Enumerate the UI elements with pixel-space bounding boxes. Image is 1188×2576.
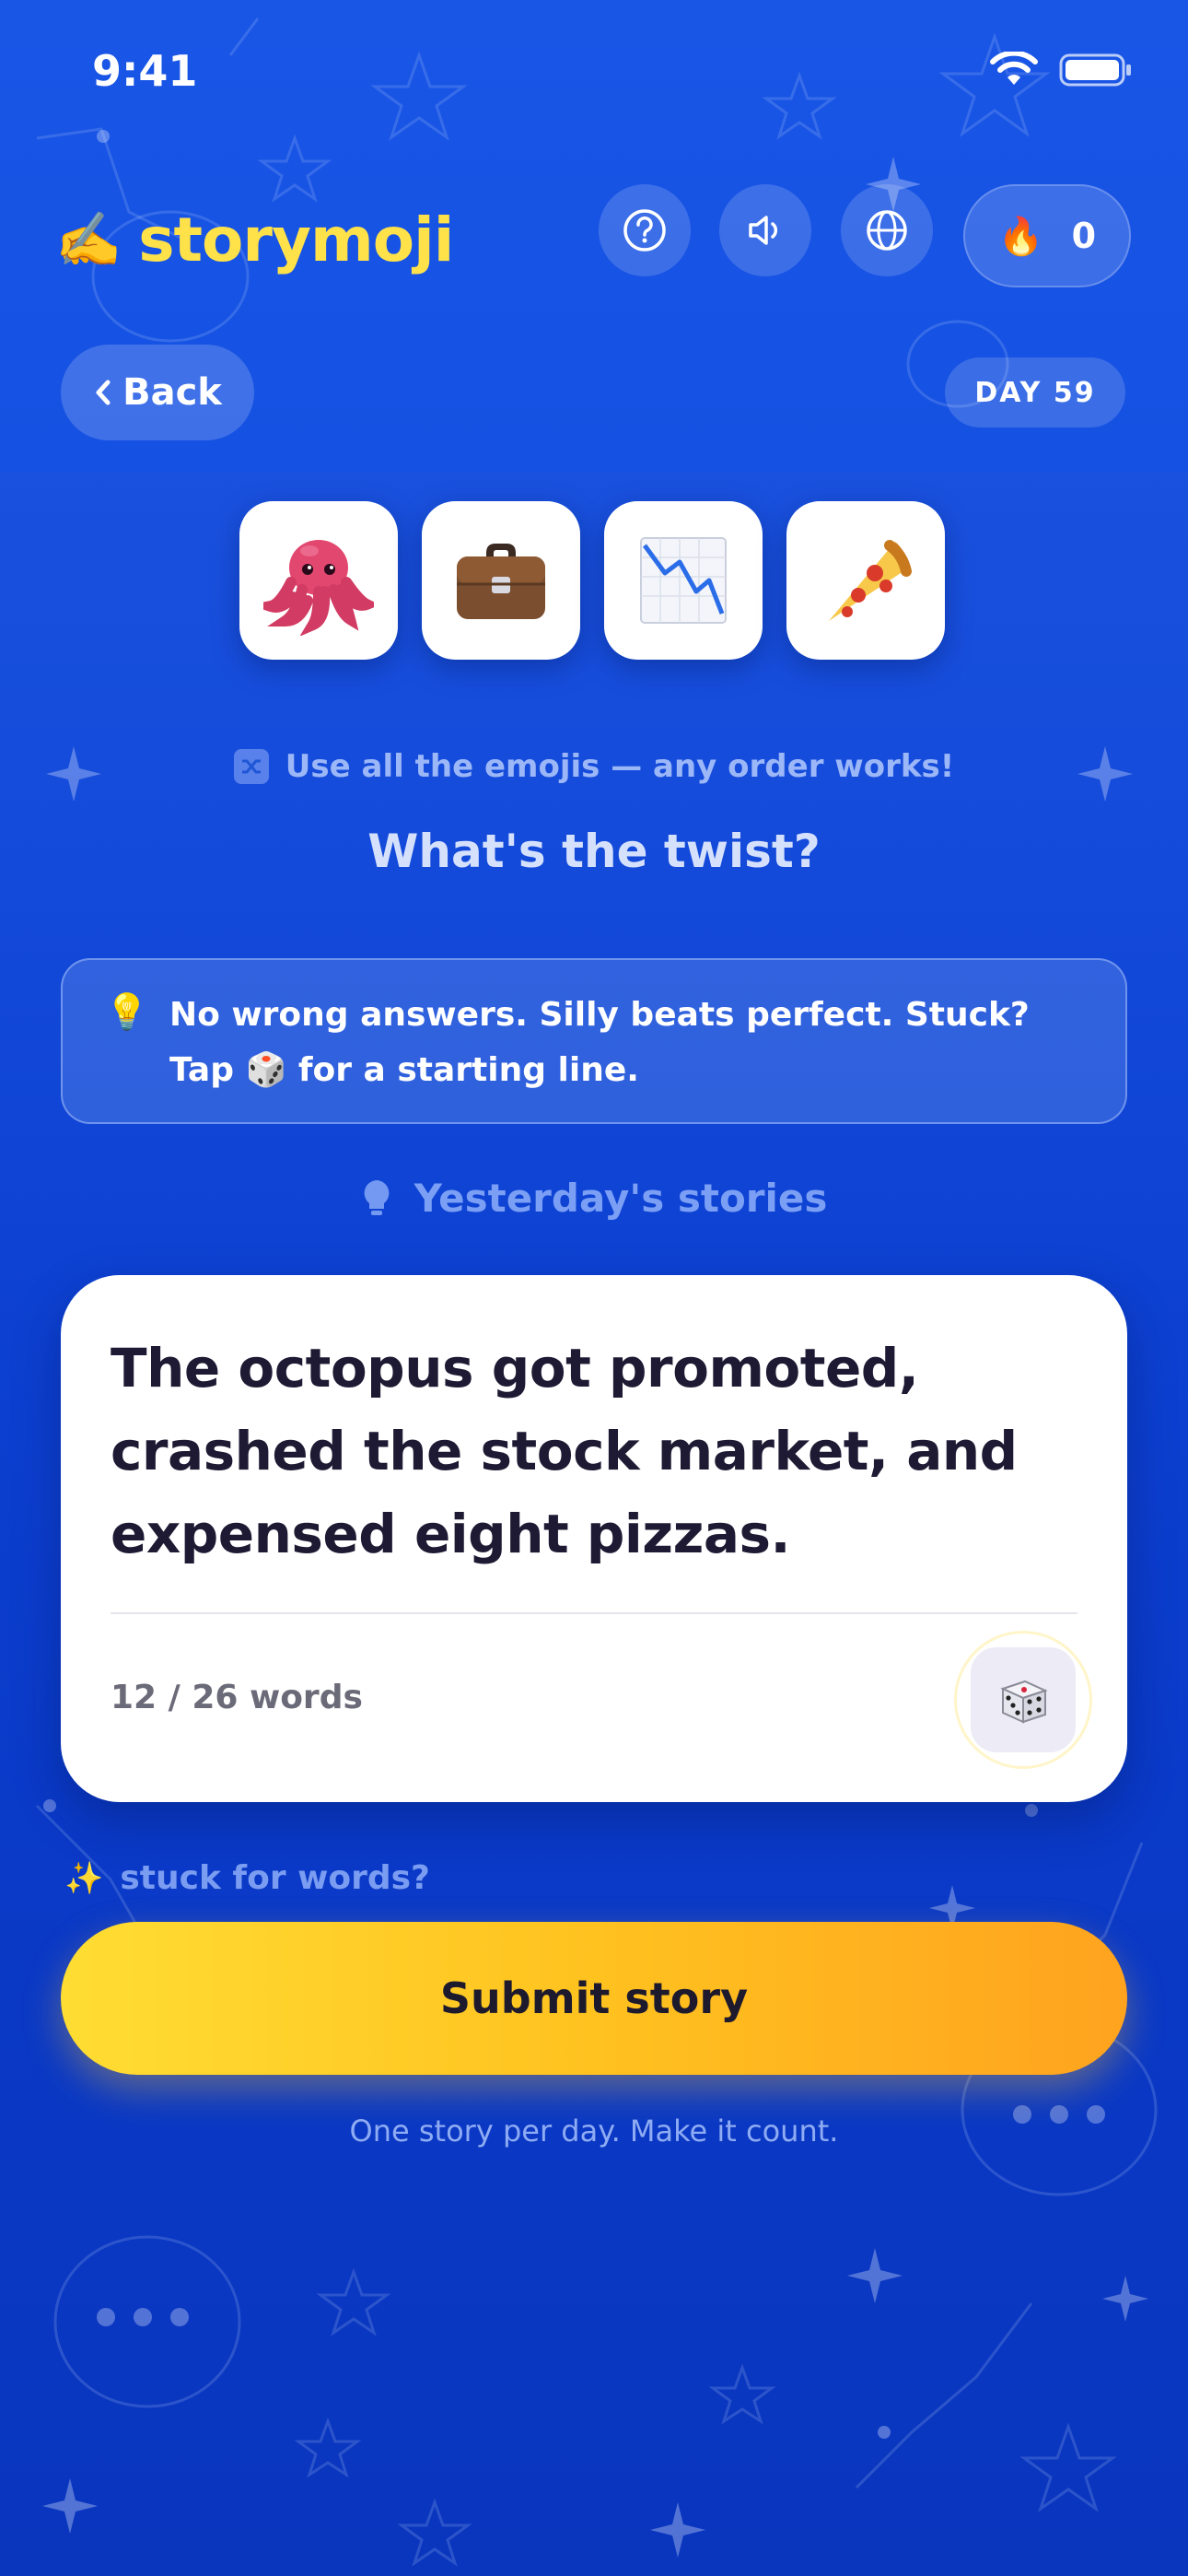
light-bulb-icon: 💡 [105, 991, 149, 1032]
shuffle-icon [233, 749, 269, 784]
language-button[interactable] [841, 184, 933, 276]
story-editor-card: The octopus got promoted, crashed the st… [61, 1275, 1127, 1802]
help-button[interactable] [599, 184, 691, 276]
emoji-tile [239, 501, 398, 660]
app-name: storymoji [138, 205, 454, 275]
chevron-left-icon [96, 380, 111, 405]
yesterdays-stories-label: Yesterday's stories [413, 1176, 828, 1221]
stuck-for-words-link[interactable]: ✨ stuck for words? [64, 1859, 430, 1897]
octopus-icon [263, 540, 374, 636]
fire-icon: 🔥 [997, 215, 1044, 258]
streak-counter[interactable]: 🔥 0 [963, 184, 1131, 287]
chart-decreasing-icon [640, 537, 727, 624]
sound-button[interactable] [719, 184, 811, 276]
yesterdays-stories-link[interactable]: Yesterday's stories [0, 1176, 1188, 1221]
pizza-icon [829, 540, 912, 621]
status-time: 9:41 [92, 46, 198, 96]
divider [111, 1612, 1077, 1614]
dice-icon [971, 1647, 1076, 1752]
emoji-tile [786, 501, 945, 660]
back-label: Back [122, 371, 222, 414]
app-logo: ✍️ storymoji [55, 205, 454, 275]
tip-text: No wrong answers. Silly beats perfect. S… [169, 996, 1030, 1089]
battery-icon [1059, 53, 1131, 87]
sparkles-icon: ✨ [64, 1859, 104, 1897]
bulb-icon [364, 1179, 389, 1215]
submit-story-button[interactable]: Submit story [61, 1922, 1127, 2075]
streak-count: 0 [1071, 216, 1097, 256]
emoji-prompt-tiles [239, 501, 945, 660]
story-textarea[interactable]: The octopus got promoted, crashed the st… [111, 1327, 1087, 1575]
hint-text: Use all the emojis — any order works! [285, 748, 955, 785]
day-badge: DAY 59 [945, 357, 1125, 427]
emoji-tile [604, 501, 763, 660]
briefcase-icon [457, 544, 545, 619]
stuck-label: stuck for words? [120, 1859, 430, 1897]
writing-hand-icon: ✍️ [55, 208, 122, 271]
back-button[interactable]: Back [61, 345, 254, 440]
random-starter-button[interactable] [954, 1631, 1092, 1769]
status-icons [989, 52, 1133, 88]
globe-icon [867, 210, 907, 251]
footer-note: One story per day. Make it count. [349, 2113, 839, 2149]
word-count: 12 / 26 words [111, 1679, 363, 1716]
day-label: DAY 59 [974, 376, 1096, 409]
tip-banner: 💡 No wrong answers. Silly beats perfect.… [61, 958, 1127, 1124]
submit-label: Submit story [439, 1973, 749, 2023]
help-icon [623, 209, 666, 252]
emoji-hint: Use all the emojis — any order works! [0, 748, 1188, 785]
wifi-icon [990, 52, 1038, 85]
emoji-tile [422, 501, 580, 660]
speaker-icon [749, 216, 778, 245]
prompt-question: What's the twist? [367, 825, 821, 878]
